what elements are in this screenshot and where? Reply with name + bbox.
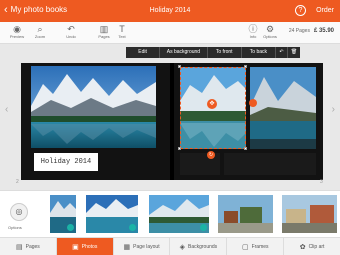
top-bar: ‹ My photo books Holiday 2014 ? Order <box>0 0 340 22</box>
tab-frames[interactable]: ▢ Frames <box>227 238 285 255</box>
magnifier-icon: ⌕ <box>37 24 43 34</box>
book-summary: 24 Pages £ 35.90 <box>289 28 334 34</box>
trash-icon[interactable]: 🗑 <box>288 47 300 58</box>
price: £ 35.90 <box>313 28 334 34</box>
lake-mountain-photo[interactable] <box>31 66 156 148</box>
layout-icon: ▦ <box>123 243 131 251</box>
left-page[interactable]: Holiday 2014 <box>21 63 172 180</box>
tab-label: Backgrounds <box>188 243 218 250</box>
options-label: Options <box>263 34 277 39</box>
rotate-handle[interactable]: ↻ <box>207 151 215 159</box>
next-spread-arrow[interactable]: › <box>332 104 335 115</box>
book-spine <box>170 63 174 180</box>
tab-label: Photos <box>81 243 98 250</box>
gear-icon: ⚙ <box>265 24 275 34</box>
previous-spread-arrow[interactable]: ‹ <box>5 104 8 115</box>
editor-canvas: ‹ › Holiday 2014 ✥ ↻ Edit As background … <box>0 44 340 190</box>
resize-handle-bl[interactable] <box>178 147 181 150</box>
preview-button[interactable]: ◉ Preview <box>6 24 28 39</box>
tab-label: Frames <box>251 243 269 250</box>
page-title: Holiday 2014 <box>149 7 191 14</box>
text-label: Text <box>118 34 126 39</box>
tab-clip-art[interactable]: ✿ Clip art <box>284 238 340 255</box>
to-back-menu-item[interactable]: To back <box>242 47 277 58</box>
strip-options-label: Options <box>8 225 22 230</box>
paint-icon: ◈ <box>179 243 185 251</box>
photo-thumb-4[interactable] <box>218 195 273 233</box>
edit-menu-item[interactable]: Edit <box>126 47 161 58</box>
move-handle[interactable]: ✥ <box>207 99 217 109</box>
zoom-label: Zoom <box>34 34 46 39</box>
text-button[interactable]: T Text <box>111 24 133 39</box>
peak-lake-photo[interactable] <box>250 67 316 149</box>
tab-page-layout[interactable]: ▦ Page layout <box>114 238 171 255</box>
tab-pages[interactable]: ▤ Pages <box>0 238 57 255</box>
undo-icon: ↶ <box>67 24 75 34</box>
page-count: 24 Pages <box>288 28 310 34</box>
zoom-button[interactable]: ⌕ Zoom <box>29 24 51 39</box>
undo-icon[interactable]: ↶ <box>276 47 289 58</box>
used-check-icon <box>200 224 207 231</box>
context-menu: Edit As background To front To back ↶ 🗑 <box>126 47 300 58</box>
resize-handle-tl[interactable] <box>178 65 181 68</box>
clipart-icon: ✿ <box>299 243 306 251</box>
camera-icon: ◎ <box>15 207 23 216</box>
tab-backgrounds[interactable]: ◈ Backgrounds <box>170 238 228 255</box>
preview-label: Preview <box>9 34 25 39</box>
options-button[interactable]: ⚙ Options <box>259 24 281 39</box>
resize-handle-tr[interactable] <box>244 65 247 68</box>
tab-label: Pages <box>25 243 40 250</box>
left-page-number: 2 <box>16 179 19 185</box>
undo-label: Undo <box>66 34 76 39</box>
add-photos-button[interactable]: ◎ <box>10 203 28 221</box>
tab-photos[interactable]: ▣ Photos <box>56 238 114 255</box>
tab-label: Clip art <box>308 243 325 250</box>
photo-thumb-3[interactable] <box>149 195 209 233</box>
to-front-menu-item[interactable]: To front <box>208 47 242 58</box>
empty-photo-slot-wide[interactable] <box>224 153 316 175</box>
help-button[interactable]: ? <box>295 5 306 16</box>
caption-textbox[interactable]: Holiday 2014 <box>34 153 98 171</box>
undo-button[interactable]: ↶ Undo <box>60 24 82 39</box>
photo-icon: ▣ <box>72 243 79 251</box>
bottom-tab-bar: ▤ Pages ▣ Photos ▦ Page layout ◈ Backgrounds… <box>0 237 340 255</box>
tab-label: Page layout <box>133 243 160 250</box>
used-check-icon <box>67 224 74 231</box>
frame-icon: ▢ <box>241 243 249 251</box>
as-background-menu-item[interactable]: As background <box>160 47 208 58</box>
used-check-icon <box>129 224 136 231</box>
photo-thumb-2[interactable] <box>86 195 138 233</box>
text-icon: T <box>119 24 125 34</box>
order-button[interactable]: Order <box>316 7 334 14</box>
eye-icon: ◉ <box>13 24 21 34</box>
right-page-number: 3 <box>320 179 323 185</box>
toolbar: ◉ Preview ⌕ Zoom ↶ Undo ▥ Pages T Text ⓘ… <box>0 22 340 44</box>
photo-thumb-1[interactable] <box>50 195 76 233</box>
photo-thumb-5[interactable] <box>282 195 337 233</box>
photo-strip: ◎ Options <box>0 190 340 236</box>
side-handle[interactable] <box>249 99 257 107</box>
pages-icon: ▤ <box>16 243 23 251</box>
resize-handle-br[interactable] <box>244 147 247 150</box>
